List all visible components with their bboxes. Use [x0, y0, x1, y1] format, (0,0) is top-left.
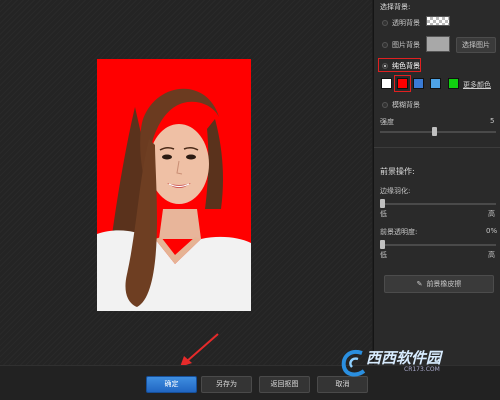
- opacity-low-label: 低: [380, 251, 387, 259]
- foreground-eraser-label: 前景橡皮擦: [426, 280, 462, 288]
- feather-low-label: 低: [380, 210, 387, 218]
- image-bg-radio[interactable]: [382, 42, 388, 48]
- more-colors-link[interactable]: 更多颜色: [463, 80, 491, 90]
- back-to-cutout-button[interactable]: 返回抠图: [259, 376, 310, 393]
- blur-amount-label: 强度: [380, 118, 394, 126]
- opacity-track[interactable]: [380, 244, 496, 246]
- transparent-preview: [426, 16, 450, 26]
- swatch-blue[interactable]: [413, 78, 424, 89]
- feather-track[interactable]: [380, 203, 496, 205]
- image-bg-preview: [426, 36, 450, 52]
- swatch-light-blue[interactable]: [430, 78, 441, 89]
- feather-handle[interactable]: [380, 199, 385, 208]
- section-divider: [374, 147, 500, 148]
- annotation-arrow: [180, 333, 219, 367]
- foreground-section-title: 前景操作:: [380, 167, 415, 176]
- opacity-label: 前景透明度:: [380, 228, 418, 236]
- watermark-logo-icon: [341, 350, 366, 377]
- preview-canvas: [0, 0, 372, 367]
- feather-high-label: 高: [488, 210, 495, 218]
- solid-bg-label[interactable]: 纯色背景: [392, 61, 420, 71]
- background-section-title: 选择背景:: [380, 3, 411, 11]
- blur-amount-value: 5: [490, 117, 495, 125]
- portrait-photo: [97, 59, 251, 311]
- eraser-icon: ✎: [416, 280, 423, 288]
- image-bg-label[interactable]: 图片背景: [392, 40, 420, 50]
- portrait-image: [97, 59, 251, 311]
- save-as-button[interactable]: 另存为: [201, 376, 252, 393]
- solid-bg-radio[interactable]: [382, 63, 388, 69]
- foreground-eraser-button[interactable]: ✎ 前景橡皮擦: [384, 275, 494, 293]
- blur-bg-radio[interactable]: [382, 102, 388, 108]
- blur-amount-handle[interactable]: [432, 127, 437, 136]
- confirm-button[interactable]: 确定: [146, 376, 197, 393]
- blur-bg-label[interactable]: 模糊背景: [392, 100, 420, 110]
- swatch-white[interactable]: [381, 78, 392, 89]
- opacity-value: 0%: [486, 227, 498, 235]
- opacity-high-label: 高: [488, 251, 495, 259]
- opacity-handle[interactable]: [380, 240, 385, 249]
- watermark-domain: CR173.COM: [404, 366, 440, 373]
- transparent-bg-label[interactable]: 透明背景: [392, 18, 420, 28]
- swatch-red[interactable]: [397, 78, 408, 89]
- watermark: 西西软件园 CR173.COM: [340, 343, 490, 383]
- transparent-bg-radio[interactable]: [382, 20, 388, 26]
- settings-panel: 选择背景: 透明背景 图片背景 选择图片 纯色背景 更多颜色 模糊背景 强度 5…: [373, 0, 500, 365]
- watermark-brand: 西西软件园: [366, 349, 442, 367]
- feather-label: 边缘羽化:: [380, 187, 411, 195]
- blur-amount-track[interactable]: [380, 131, 496, 133]
- swatch-green[interactable]: [448, 78, 459, 89]
- choose-image-button[interactable]: 选择图片: [456, 37, 496, 53]
